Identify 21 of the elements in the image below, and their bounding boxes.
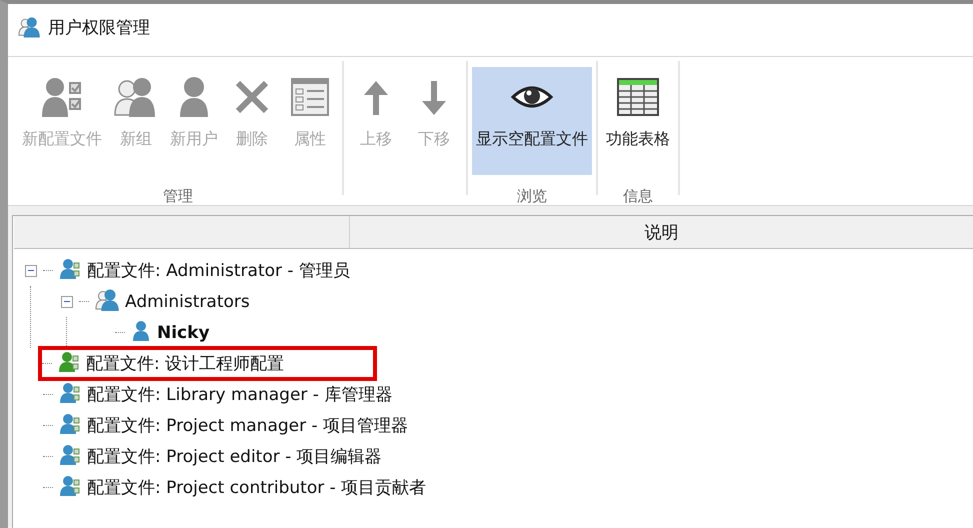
window-title: 用户权限管理 [48,16,150,38]
toolbar-button[interactable]: 功能表格 [602,67,674,175]
tree-item-label: 配置文件: Project contributor - 项目贡献者 [87,477,426,499]
tree-item-label: Nicky [157,322,210,342]
tree-item-label: Administrators [125,292,250,312]
group-label: 信息 [623,187,653,206]
tree-item-label: 配置文件: Administrator - 管理员 [87,260,350,282]
tree-item-label: 配置文件: Project editor - 项目编辑器 [87,446,382,468]
collapse-icon[interactable] [25,264,37,276]
list-window-icon [288,75,332,119]
group-icon [18,16,40,38]
table-icon [616,75,660,119]
tree-item-label: 配置文件: Library manager - 库管理器 [87,384,392,406]
tree-item-label: 配置文件: Project manager - 项目管理器 [87,415,408,437]
group-icon [114,75,158,119]
collapse-icon[interactable] [61,296,73,308]
user-checklist-icon [40,75,84,119]
group-label: 浏览 [517,187,547,206]
group-label: 管理 [163,187,193,206]
tree-item-label: 配置文件: 设计工程师配置 [86,353,284,375]
toolbar-button[interactable]: 显示空配置文件 [472,67,592,175]
